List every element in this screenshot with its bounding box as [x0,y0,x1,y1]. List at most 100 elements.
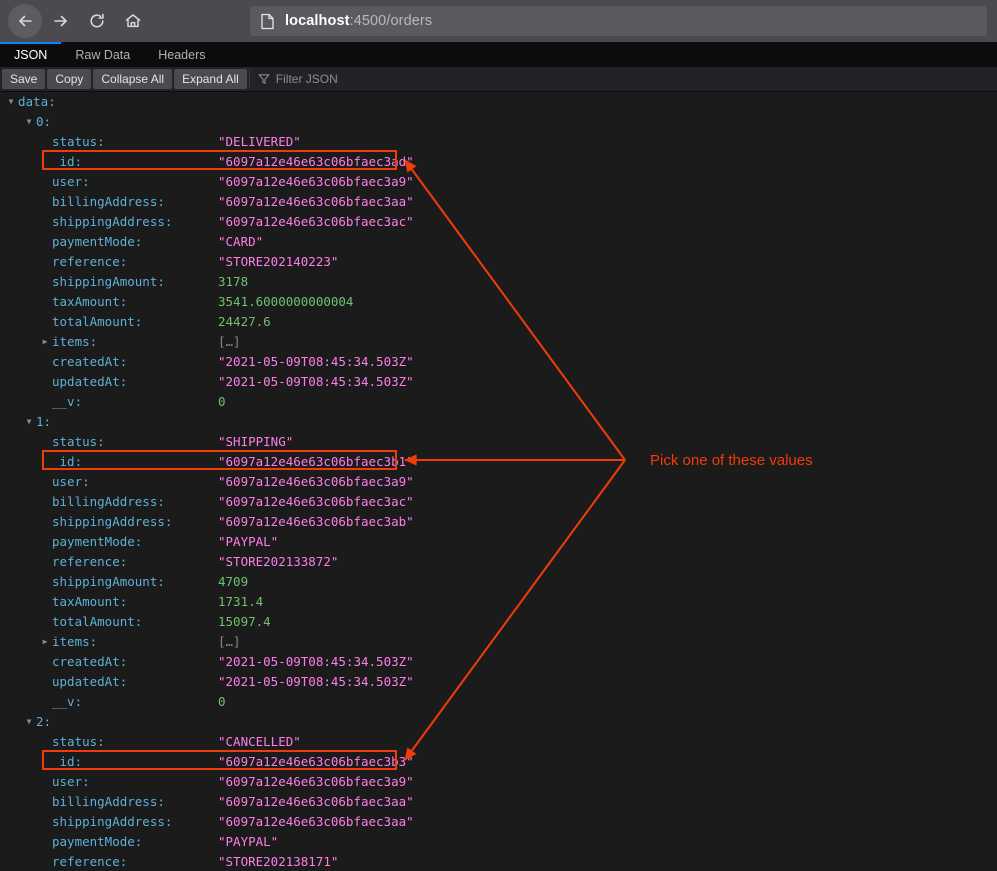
json-row[interactable]: createdAt:"2021-05-09T08:45:34.503Z" [0,352,997,372]
json-key: updatedAt: [52,672,127,692]
json-row[interactable]: _id:"6097a12e46e63c06bfaec3b1" [0,452,997,472]
json-row[interactable]: ▶items:[…] [0,332,997,352]
json-value: "2021-05-09T08:45:34.503Z" [218,672,414,692]
json-value: "DELIVERED" [218,132,301,152]
json-row[interactable]: __v:0 [0,392,997,412]
json-row[interactable]: user:"6097a12e46e63c06bfaec3a9" [0,472,997,492]
home-button[interactable] [116,4,150,38]
filter-placeholder-text: Filter JSON [276,72,338,86]
json-row[interactable]: shippingAddress:"6097a12e46e63c06bfaec3a… [0,812,997,832]
json-key: paymentMode: [52,532,142,552]
json-key: taxAmount: [52,292,127,312]
json-row[interactable]: updatedAt: "2021-05-09T08:45:34.503Z" [0,672,997,692]
json-value: "6097a12e46e63c06bfaec3ac" [218,212,414,232]
tab-headers[interactable]: Headers [144,42,219,66]
json-key: reference: [52,552,127,572]
back-button[interactable] [8,4,42,38]
json-key: user: [52,172,90,192]
json-key: totalAmount: [52,312,142,332]
json-row[interactable]: billingAddress:"6097a12e46e63c06bfaec3ac… [0,492,997,512]
arrow-left-icon [15,11,35,31]
json-value: "6097a12e46e63c06bfaec3ab" [218,512,414,532]
json-row[interactable]: ▼1: [0,412,997,432]
json-toolbar: Save Copy Collapse All Expand All Filter… [0,67,997,92]
json-key: createdAt: [52,652,127,672]
json-value: 0 [218,692,226,712]
chevron-down-icon[interactable]: ▼ [6,92,16,112]
json-key: status: [52,432,105,452]
chevron-right-icon[interactable]: ▶ [40,632,50,652]
json-value: "6097a12e46e63c06bfaec3b3" [218,752,414,772]
collapse-all-button[interactable]: Collapse All [93,69,172,89]
json-row[interactable]: ▶items:[…] [0,632,997,652]
json-key: 0: [36,112,51,132]
json-row[interactable]: shippingAddress: "6097a12e46e63c06bfaec3a… [0,212,997,232]
json-row[interactable]: shippingAmount:4709 [0,572,997,592]
json-row[interactable]: totalAmount:15097.4 [0,612,997,632]
json-row[interactable]: taxAmount:1731.4 [0,592,997,612]
json-value: "6097a12e46e63c06bfaec3aa" [218,192,414,212]
json-row[interactable]: createdAt:"2021-05-09T08:45:34.503Z" [0,652,997,672]
json-row[interactable]: ▼0: [0,112,997,132]
json-row[interactable]: paymentMode:"PAYPAL" [0,832,997,852]
json-row[interactable]: paymentMode:"PAYPAL" [0,532,997,552]
expand-all-button[interactable]: Expand All [174,69,247,89]
json-row[interactable]: reference:"STORE202138171" [0,852,997,871]
json-value: "6097a12e46e63c06bfaec3ad" [218,152,414,172]
reload-button[interactable] [80,4,114,38]
json-row[interactable]: totalAmount:24427.6 [0,312,997,332]
json-row[interactable]: user:"6097a12e46e63c06bfaec3a9" [0,772,997,792]
json-row[interactable]: ▼2: [0,712,997,732]
json-value: "2021-05-09T08:45:34.503Z" [218,372,414,392]
tab-json[interactable]: JSON [0,42,61,66]
json-row[interactable]: shippingAmount:3178 [0,272,997,292]
json-key: _id: [52,152,82,172]
chevron-down-icon[interactable]: ▼ [24,412,34,432]
json-value: 15097.4 [218,612,271,632]
json-value: 0 [218,392,226,412]
json-row[interactable]: status:"DELIVERED" [0,132,997,152]
json-value: 1731.4 [218,592,263,612]
json-row[interactable]: reference:"STORE202140223" [0,252,997,272]
json-row[interactable]: taxAmount: 3541.6000000000004 [0,292,997,312]
json-value: "6097a12e46e63c06bfaec3ac" [218,492,414,512]
chevron-right-icon[interactable]: ▶ [40,332,50,352]
save-button[interactable]: Save [2,69,45,89]
json-key: updatedAt: [52,372,127,392]
json-row[interactable]: billingAddress:"6097a12e46e63c06bfaec3aa… [0,192,997,212]
json-row[interactable]: _id:"6097a12e46e63c06bfaec3b3" [0,752,997,772]
json-value: 3541.6000000000004 [218,292,353,312]
json-row[interactable]: __v:0 [0,692,997,712]
browser-chrome: localhost:4500/orders [0,0,997,42]
json-row[interactable]: updatedAt: "2021-05-09T08:45:34.503Z" [0,372,997,392]
chevron-down-icon[interactable]: ▼ [24,712,34,732]
filter-json-input[interactable]: Filter JSON [250,67,997,91]
url-host: localhost [285,13,350,29]
json-row[interactable]: ▼data: [0,92,997,112]
url-bar[interactable]: localhost:4500/orders [250,6,987,36]
json-row[interactable]: billingAddress:"6097a12e46e63c06bfaec3aa… [0,792,997,812]
json-key: createdAt: [52,352,127,372]
chevron-down-icon[interactable]: ▼ [24,112,34,132]
json-value: 3178 [218,272,248,292]
json-value: "STORE202140223" [218,252,338,272]
json-row[interactable]: user:"6097a12e46e63c06bfaec3a9" [0,172,997,192]
url-path: :4500/orders [350,13,433,29]
json-row[interactable]: status: "SHIPPING" [0,432,997,452]
json-rows: ▼data:▼0:status:"DELIVERED"_id:"6097a12e… [0,92,997,871]
json-value: "SHIPPING" [218,432,293,452]
json-row[interactable]: shippingAddress:"6097a12e46e63c06bfaec3a… [0,512,997,532]
json-row[interactable]: status:"CANCELLED" [0,732,997,752]
json-value: […] [218,632,241,652]
json-row[interactable]: reference:"STORE202133872" [0,552,997,572]
copy-button[interactable]: Copy [47,69,91,89]
json-tree-panel[interactable]: ▼data:▼0:status:"DELIVERED"_id:"6097a12e… [0,92,997,871]
json-key: paymentMode: [52,232,142,252]
tab-raw-data[interactable]: Raw Data [61,42,144,66]
json-row[interactable]: paymentMode:"CARD" [0,232,997,252]
json-row[interactable]: _id: "6097a12e46e63c06bfaec3ad" [0,152,997,172]
forward-button[interactable] [44,4,78,38]
json-key: shippingAddress: [52,212,172,232]
json-key: user: [52,472,90,492]
arrow-right-icon [51,11,71,31]
